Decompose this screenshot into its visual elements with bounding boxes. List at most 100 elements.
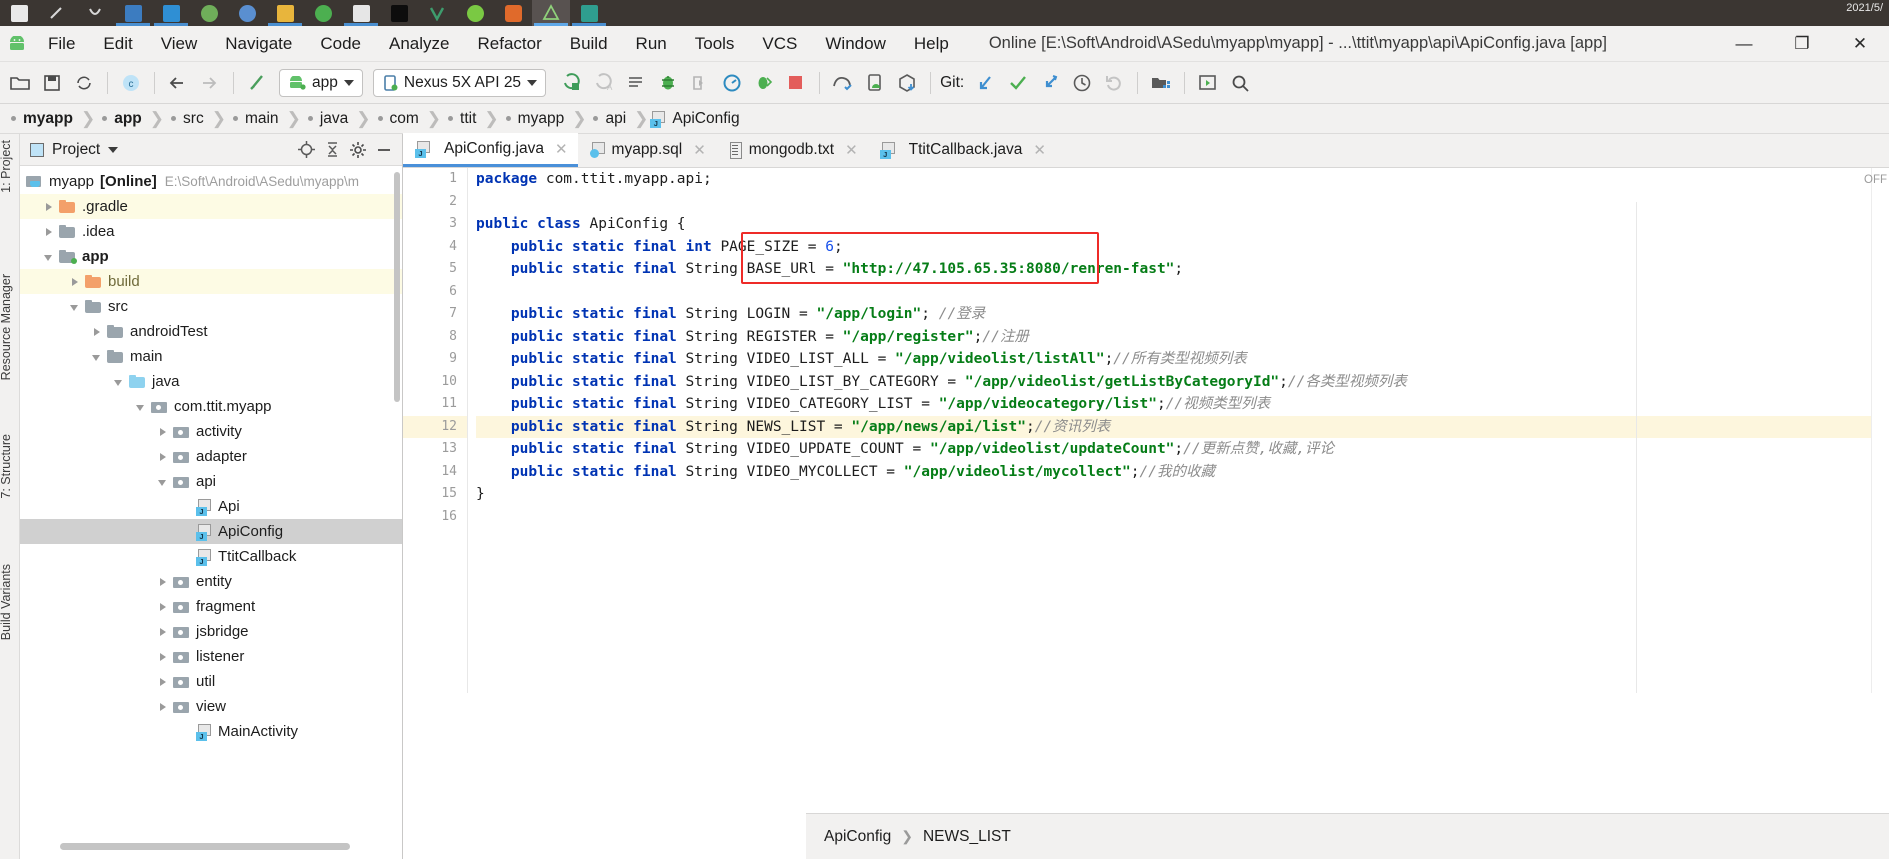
apply-changes-icon[interactable] [620,67,652,99]
close-icon[interactable]: ✕ [1033,141,1046,159]
tab-ttitcallback-java[interactable]: TtitCallback.java ✕ [868,133,1056,167]
breadcrumb-item-myapp[interactable]: myapp [6,110,73,128]
breadcrumb-item-api[interactable]: api [588,110,626,128]
taskbar-icon-monitor[interactable] [152,0,190,26]
collapse-all-icon[interactable] [325,141,340,158]
chevron-right-icon[interactable] [156,450,170,464]
project-tree-horizontal-scrollbar[interactable] [60,843,350,850]
tool-window-structure[interactable]: 7: Structure [0,434,19,499]
tool-window-project[interactable]: 1: Project [0,140,19,193]
project-tree-vertical-scrollbar[interactable] [394,172,400,402]
build-hammer-icon[interactable] [241,67,273,99]
tree-row-mainactivity[interactable]: MainActivity [20,719,402,744]
revert-icon[interactable] [1098,67,1130,99]
chevron-right-icon[interactable] [68,275,82,289]
breadcrumb-item-com[interactable]: com [373,110,419,128]
tree-row-ttitcallback-file[interactable]: TtitCallback [20,544,402,569]
tree-row-view[interactable]: view [20,694,402,719]
compile-c-icon[interactable]: c [115,67,147,99]
chevron-down-icon[interactable] [108,146,119,153]
tool-window-build-variants[interactable]: Build Variants [0,564,19,640]
chevron-right-icon[interactable] [156,600,170,614]
chevron-right-icon[interactable] [156,625,170,639]
git-push-icon[interactable] [1034,67,1066,99]
chevron-down-icon[interactable] [112,375,126,389]
inspection-status-label[interactable]: OFF [1864,174,1887,186]
chevron-down-icon[interactable] [134,400,148,414]
device-combo[interactable]: Nexus 5X API 25 [372,68,547,97]
taskbar-icon-chrome-alt[interactable] [228,0,266,26]
tree-row-entity[interactable]: entity [20,569,402,594]
taskbar-icon-charts[interactable] [570,0,608,26]
breadcrumb-item-app[interactable]: app [97,110,142,128]
run-coverage-icon[interactable] [748,67,780,99]
taskbar-icon-excel[interactable] [342,0,380,26]
code-text[interactable]: package com.ttit.myapp.api; public class… [468,168,1889,693]
locate-target-icon[interactable] [298,141,315,158]
chevron-down-icon[interactable] [42,250,56,264]
chevron-right-icon[interactable] [42,225,56,239]
menu-vcs[interactable]: VCS [748,26,811,62]
tree-row-main[interactable]: main [20,344,402,369]
tree-row-package-root[interactable]: com.ttit.myapp [20,394,402,419]
tree-row-app[interactable]: app [20,244,402,269]
breadcrumb-item-myapp2[interactable]: myapp [501,110,564,128]
taskbar-icon-editor[interactable] [114,0,152,26]
taskbar-icon-tool2[interactable] [76,0,114,26]
tool-window-resource-manager[interactable]: Resource Manager [0,274,19,380]
taskbar-icon-wechat[interactable] [494,0,532,26]
close-icon[interactable]: ✕ [845,141,858,159]
tree-row-adapter[interactable]: adapter [20,444,402,469]
project-structure-icon[interactable] [1145,67,1177,99]
chevron-right-icon[interactable] [90,325,104,339]
tree-row-api-file[interactable]: Api [20,494,402,519]
minimize-button[interactable]: — [1715,26,1773,62]
tab-mongodb-txt[interactable]: mongodb.txt ✕ [716,133,868,167]
close-icon[interactable]: ✕ [693,141,706,159]
chevron-down-icon[interactable] [90,350,104,364]
rerun-icon[interactable]: A [588,67,620,99]
tree-row-build[interactable]: build [20,269,402,294]
forward-arrow-icon[interactable] [194,67,226,99]
tree-row-androidtest[interactable]: androidTest [20,319,402,344]
menu-run[interactable]: Run [622,26,681,62]
breadcrumb-item-apiconfig[interactable]: ApiConfig [650,110,740,128]
search-everywhere-icon[interactable] [1224,67,1256,99]
menu-view[interactable]: View [147,26,212,62]
profiler-icon[interactable] [716,67,748,99]
taskbar-icon-folder-yellow[interactable] [266,0,304,26]
menu-build[interactable]: Build [556,26,622,62]
settings-gear-icon[interactable] [350,141,366,158]
taskbar-icon-terminal[interactable] [380,0,418,26]
close-icon[interactable]: ✕ [555,140,568,158]
sync-icon[interactable] [68,67,100,99]
layout-inspector-icon[interactable] [1192,67,1224,99]
taskbar-icon-navicat[interactable] [418,0,456,26]
taskbar-icon-green-circle[interactable] [456,0,494,26]
menu-file[interactable]: File [34,26,89,62]
menu-navigate[interactable]: Navigate [211,26,306,62]
open-folder-icon[interactable] [4,67,36,99]
taskbar-icon-tool1[interactable] [38,0,76,26]
sync-gradle-icon[interactable] [891,67,923,99]
code-editor[interactable]: 1 2 3 4 5 6 7 8 9 10 11 12 13 14 15 16 p… [403,168,1889,693]
tree-row-idea[interactable]: .idea [20,219,402,244]
taskbar-icon-globe[interactable] [190,0,228,26]
menu-code[interactable]: Code [306,26,375,62]
tab-apiconfig-java[interactable]: ApiConfig.java ✕ [403,133,578,167]
run-icon[interactable] [556,67,588,99]
breadcrumb-item-java[interactable]: java [303,110,348,128]
hide-panel-icon[interactable] [376,142,392,158]
menu-tools[interactable]: Tools [681,26,749,62]
close-button[interactable]: ✕ [1831,26,1889,62]
tree-row-myapp[interactable]: myapp [Online] E:\Soft\Android\ASedu\mya… [20,169,402,194]
menu-window[interactable]: Window [811,26,899,62]
tab-myapp-sql[interactable]: myapp.sql ✕ [578,133,716,167]
avd-manager-icon[interactable] [859,67,891,99]
tree-row-gradle[interactable]: .gradle [20,194,402,219]
tree-row-src[interactable]: src [20,294,402,319]
save-all-icon[interactable] [36,67,68,99]
tree-row-listener[interactable]: listener [20,644,402,669]
tree-row-api[interactable]: api [20,469,402,494]
tree-row-jsbridge[interactable]: jsbridge [20,619,402,644]
